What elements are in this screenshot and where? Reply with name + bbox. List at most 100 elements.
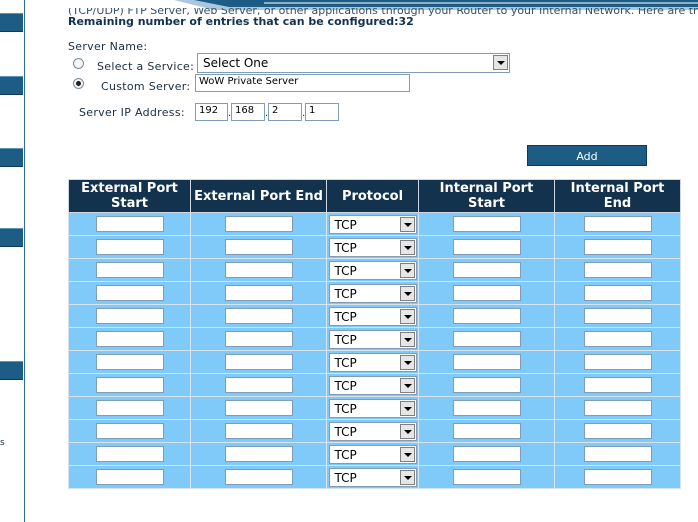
internal-port-end-input[interactable] xyxy=(583,308,652,324)
protocol-select[interactable]: TCP xyxy=(328,398,417,418)
select-service-radio[interactable] xyxy=(73,58,84,69)
external-port-end-input[interactable] xyxy=(224,423,293,439)
chevron-down-icon[interactable] xyxy=(399,423,415,439)
internal-port-start-input[interactable] xyxy=(452,446,521,462)
add-button[interactable]: Add xyxy=(527,145,647,166)
external-port-start-input[interactable] xyxy=(95,446,164,462)
external-port-end-input[interactable] xyxy=(224,308,293,324)
external-port-start-input[interactable] xyxy=(95,308,164,324)
chevron-down-icon[interactable] xyxy=(399,377,415,393)
internal-port-end-input[interactable] xyxy=(583,331,652,347)
table-cell xyxy=(190,258,327,282)
protocol-select[interactable]: TCP xyxy=(328,214,417,234)
internal-port-start-input[interactable] xyxy=(452,331,521,347)
external-port-start-input[interactable] xyxy=(95,469,164,485)
ip-octet-3-input[interactable]: 2 xyxy=(268,103,302,121)
chevron-down-icon[interactable] xyxy=(399,354,415,370)
protocol-select[interactable]: TCP xyxy=(328,237,417,257)
internal-port-end-input[interactable] xyxy=(583,239,652,255)
protocol-select[interactable]: TCP xyxy=(328,421,417,441)
internal-port-start-input[interactable] xyxy=(452,423,521,439)
external-port-start-input[interactable] xyxy=(95,216,164,232)
chevron-down-icon[interactable] xyxy=(399,285,415,301)
external-port-end-input[interactable] xyxy=(224,216,293,232)
internal-port-end-input[interactable] xyxy=(583,446,652,462)
table-row: TCP xyxy=(68,465,681,489)
internal-port-end-input[interactable] xyxy=(583,423,652,439)
nav-tab-2[interactable] xyxy=(0,76,23,95)
external-port-end-input[interactable] xyxy=(224,262,293,278)
external-port-start-input[interactable] xyxy=(95,331,164,347)
external-port-start-input[interactable] xyxy=(95,400,164,416)
external-port-end-input[interactable] xyxy=(224,239,293,255)
table-cell xyxy=(68,235,191,259)
internal-port-start-input[interactable] xyxy=(452,377,521,393)
table-cell xyxy=(190,442,327,466)
internal-port-start-input[interactable] xyxy=(452,262,521,278)
external-port-end-input[interactable] xyxy=(224,400,293,416)
chevron-down-icon[interactable] xyxy=(399,262,415,278)
external-port-end-input[interactable] xyxy=(224,285,293,301)
external-port-end-input[interactable] xyxy=(224,331,293,347)
internal-port-start-input[interactable] xyxy=(452,308,521,324)
external-port-end-input[interactable] xyxy=(224,354,293,370)
nav-tab-3[interactable] xyxy=(0,148,23,167)
external-port-start-input[interactable] xyxy=(95,377,164,393)
custom-server-input[interactable]: WoW Private Server xyxy=(195,74,410,92)
service-select[interactable]: Select One xyxy=(197,53,510,73)
protocol-select-value: TCP xyxy=(334,217,357,232)
internal-port-end-input[interactable] xyxy=(583,285,652,301)
table-cell xyxy=(190,396,327,420)
ip-octet-1-input[interactable]: 192 xyxy=(195,103,228,121)
chevron-down-icon[interactable] xyxy=(399,446,415,462)
internal-port-end-input[interactable] xyxy=(583,216,652,232)
chevron-down-icon[interactable] xyxy=(399,308,415,324)
internal-port-end-input[interactable] xyxy=(583,469,652,485)
internal-port-end-input[interactable] xyxy=(583,400,652,416)
chevron-down-icon[interactable] xyxy=(399,331,415,347)
external-port-end-input[interactable] xyxy=(224,377,293,393)
chevron-down-icon[interactable] xyxy=(399,216,415,232)
protocol-select-value: TCP xyxy=(334,286,357,301)
internal-port-start-input[interactable] xyxy=(452,469,521,485)
internal-port-end-input[interactable] xyxy=(583,354,652,370)
external-port-start-input[interactable] xyxy=(95,285,164,301)
external-port-start-input[interactable] xyxy=(95,239,164,255)
external-port-start-input[interactable] xyxy=(95,354,164,370)
internal-port-start-input[interactable] xyxy=(452,239,521,255)
internal-port-start-input[interactable] xyxy=(452,216,521,232)
protocol-select-value: TCP xyxy=(334,424,357,439)
custom-server-radio[interactable] xyxy=(73,78,84,89)
protocol-select[interactable]: TCP xyxy=(328,467,417,487)
ip-octet-2-input[interactable]: 168 xyxy=(231,103,265,121)
nav-tab-1[interactable] xyxy=(0,13,23,32)
protocol-select[interactable]: TCP xyxy=(328,283,417,303)
internal-port-start-input[interactable] xyxy=(452,400,521,416)
table-cell xyxy=(68,327,191,351)
protocol-select[interactable]: TCP xyxy=(328,375,417,395)
table-row: TCP xyxy=(68,281,681,305)
external-port-start-input[interactable] xyxy=(95,262,164,278)
nav-tab-5[interactable] xyxy=(0,361,23,380)
table-cell xyxy=(418,304,555,328)
protocol-select[interactable]: TCP xyxy=(328,444,417,464)
protocol-select[interactable]: TCP xyxy=(328,329,417,349)
nav-tab-4[interactable] xyxy=(0,228,23,247)
chevron-down-icon[interactable] xyxy=(399,469,415,485)
internal-port-end-input[interactable] xyxy=(583,262,652,278)
internal-port-start-input[interactable] xyxy=(452,285,521,301)
external-port-start-input[interactable] xyxy=(95,423,164,439)
protocol-select[interactable]: TCP xyxy=(328,260,417,280)
table-row: TCP xyxy=(68,373,681,397)
internal-port-end-input[interactable] xyxy=(583,377,652,393)
chevron-down-icon[interactable] xyxy=(493,55,508,70)
internal-port-start-input[interactable] xyxy=(452,354,521,370)
protocol-select[interactable]: TCP xyxy=(328,306,417,326)
external-port-end-input[interactable] xyxy=(224,446,293,462)
chevron-down-icon[interactable] xyxy=(399,400,415,416)
protocol-select[interactable]: TCP xyxy=(328,352,417,372)
chevron-down-icon[interactable] xyxy=(399,239,415,255)
table-cell xyxy=(68,212,191,236)
ip-octet-4-input[interactable]: 1 xyxy=(305,103,339,121)
external-port-end-input[interactable] xyxy=(224,469,293,485)
